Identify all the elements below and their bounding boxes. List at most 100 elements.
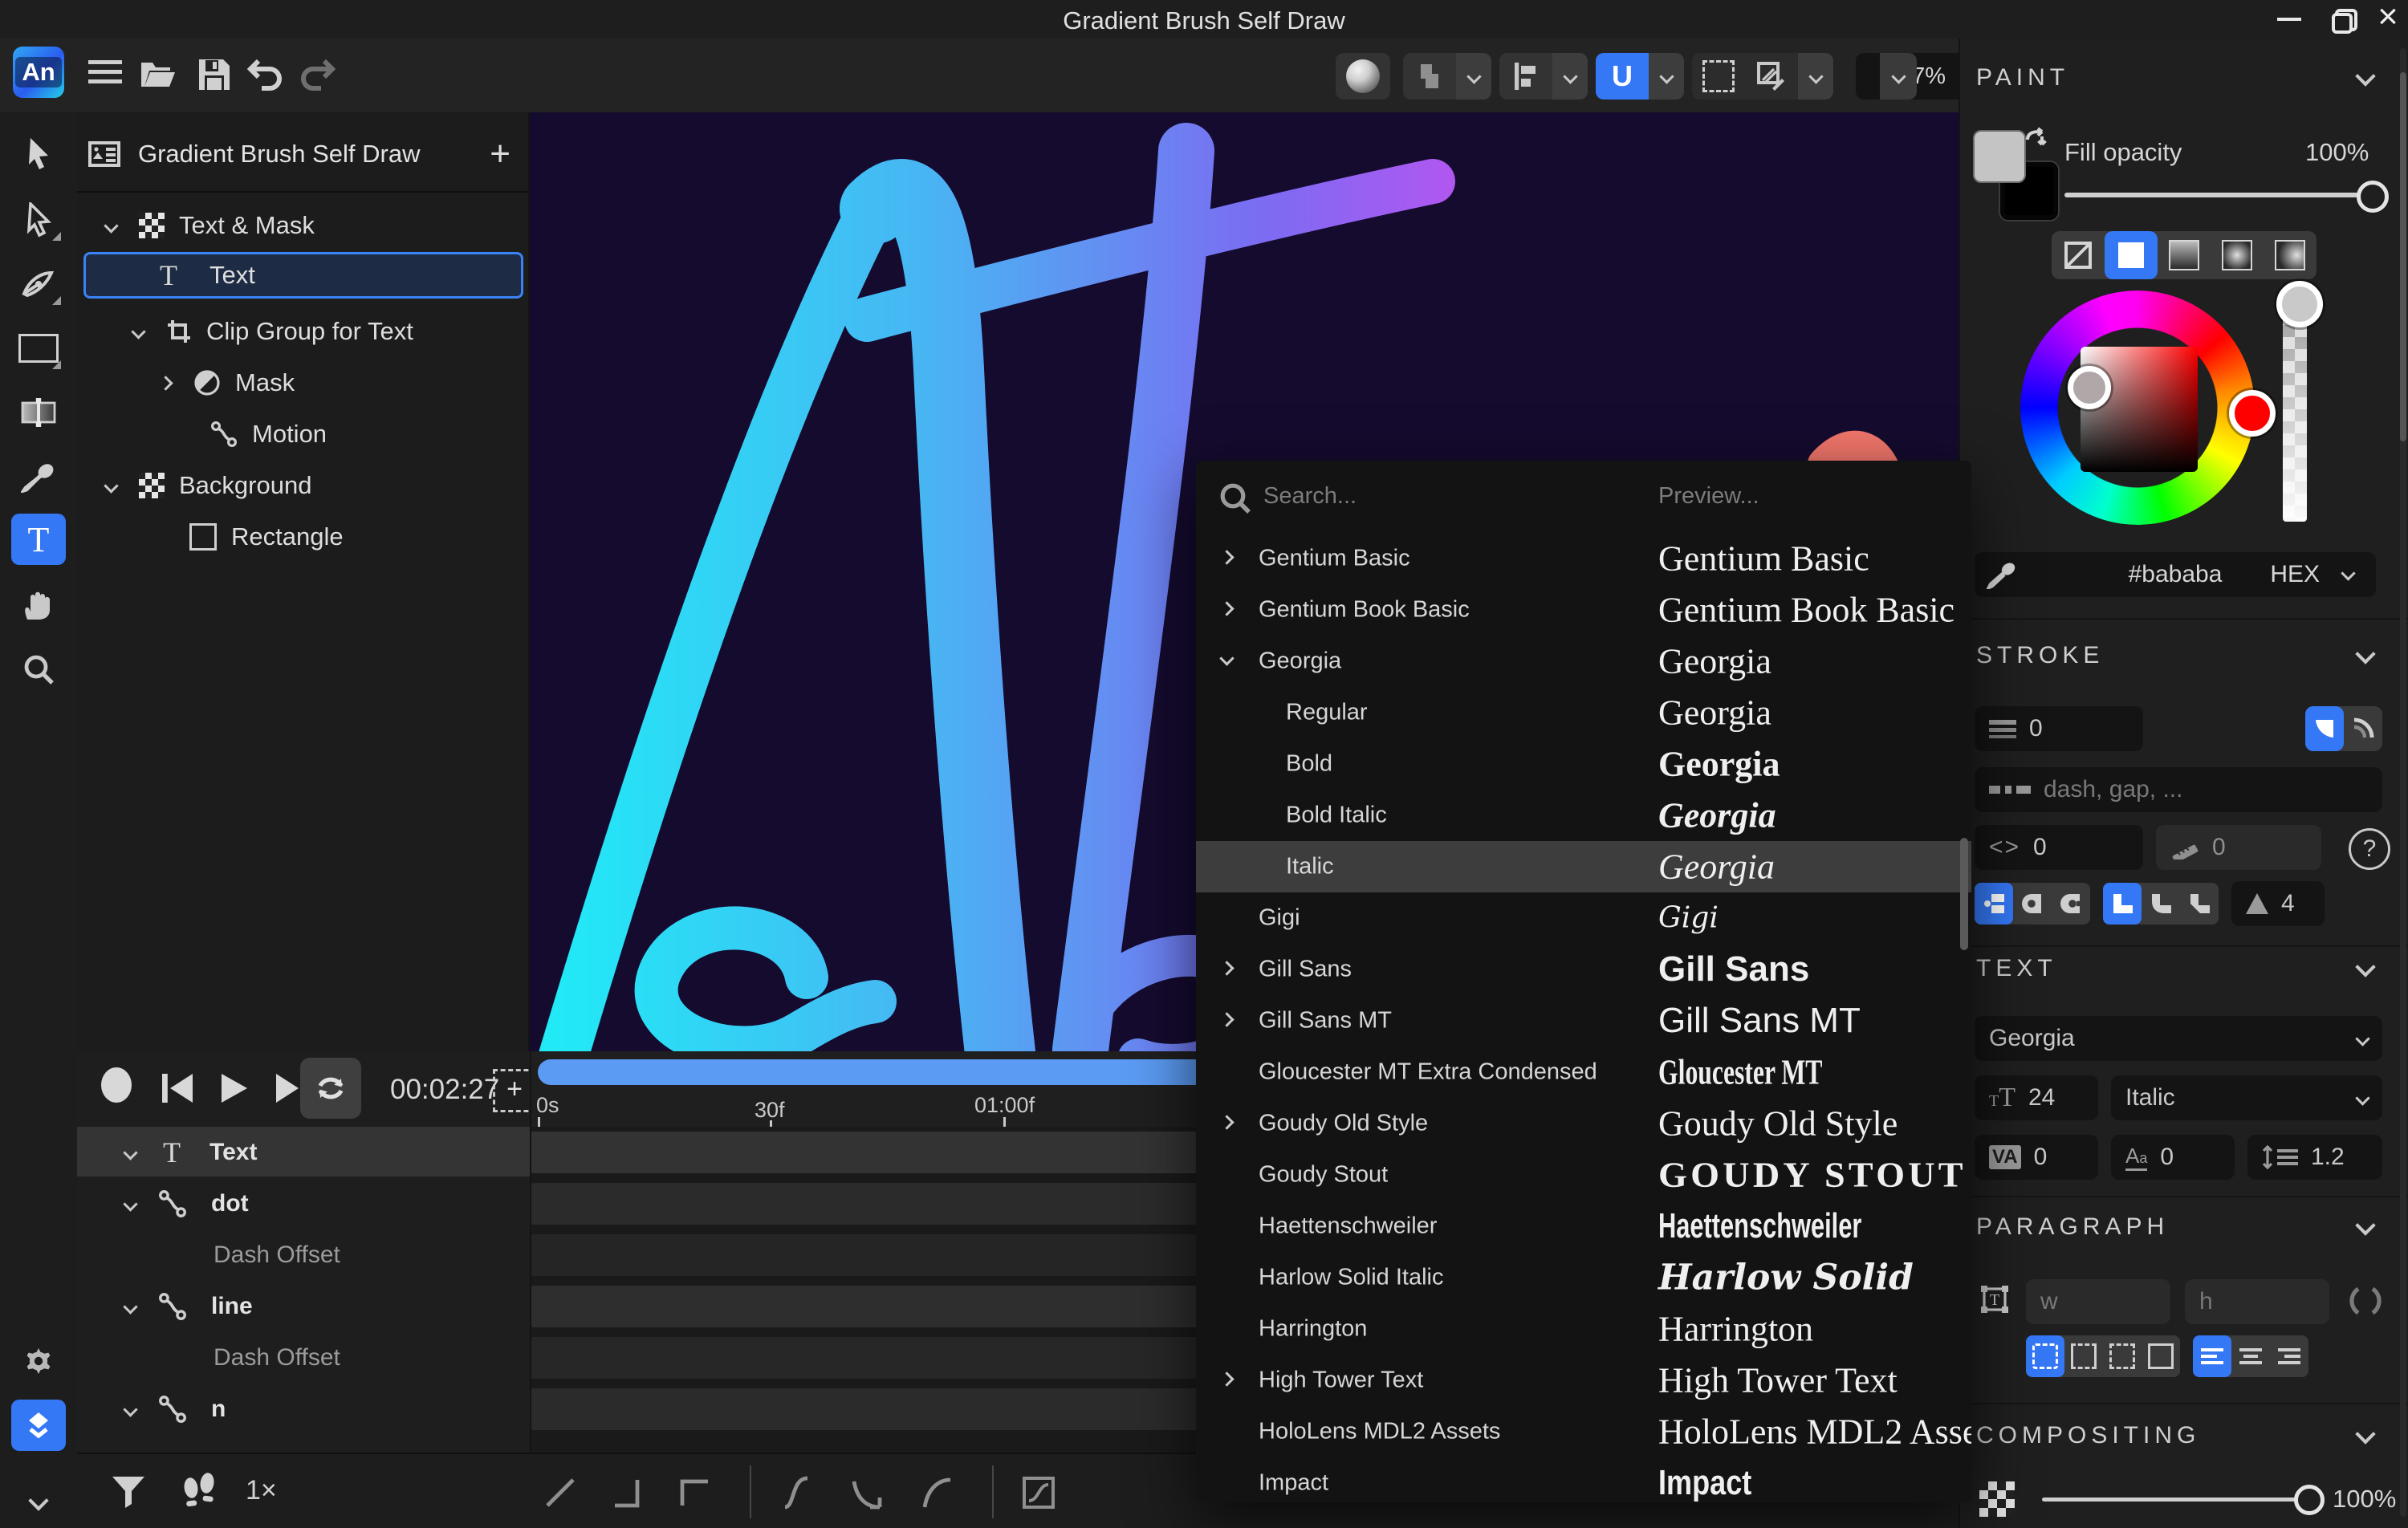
font-item-georgia-bold[interactable]: Bold Georgia: [1196, 738, 1971, 790]
undo-icon[interactable]: [246, 58, 284, 91]
font-item-georgia-regular[interactable]: Regular Georgia: [1196, 687, 1971, 738]
slider-knob[interactable]: [2357, 181, 2389, 213]
fill-opacity-slider[interactable]: [2064, 193, 2376, 197]
scrollbar-thumb[interactable]: [2400, 72, 2406, 441]
join-round-button[interactable]: [2142, 883, 2180, 925]
text-section-header[interactable]: TEXT: [1976, 955, 2057, 982]
chevron-down-icon[interactable]: [104, 218, 118, 233]
track-row-n[interactable]: n: [77, 1384, 530, 1435]
stroke-help-button[interactable]: ?: [2349, 828, 2390, 870]
app-logo[interactable]: An: [13, 47, 64, 98]
font-style-select[interactable]: Italic: [2111, 1075, 2382, 1120]
font-item-harlow-solid-italic[interactable]: Harlow Solid Italic Harlow Solid: [1196, 1252, 1971, 1303]
align-left-button[interactable]: [2193, 1335, 2231, 1377]
open-file-icon[interactable]: [138, 56, 178, 91]
paint-section-header[interactable]: PAINT: [1976, 64, 2069, 91]
font-item-gloucester[interactable]: Gloucester MT Extra Condensed Gloucester…: [1196, 1046, 1971, 1098]
stroke-scale-field[interactable]: 0: [2156, 825, 2321, 870]
stroke-outline-button[interactable]: [2344, 706, 2382, 751]
join-bevel-button[interactable]: [2180, 883, 2219, 925]
gradient-sphere-button[interactable]: [1336, 53, 1390, 100]
font-item-hololens-mdl2[interactable]: HoloLens MDL2 Assets HoloLens MDL2 Asset…: [1196, 1406, 1971, 1457]
save-icon[interactable]: [196, 56, 233, 93]
layer-opacity-slider[interactable]: [2042, 1498, 2320, 1502]
footsteps-icon[interactable]: [178, 1472, 220, 1512]
record-button[interactable]: [101, 1067, 138, 1109]
line-height-field[interactable]: 1.2: [2247, 1135, 2382, 1180]
fixed-height-button[interactable]: [2103, 1335, 2142, 1377]
font-item-impact[interactable]: Impact Impact: [1196, 1457, 1971, 1502]
paint-none-button[interactable]: [2052, 231, 2105, 279]
align-right-button[interactable]: [2270, 1335, 2308, 1377]
sv-handle[interactable]: [2068, 366, 2111, 409]
settings-button[interactable]: [11, 1335, 66, 1387]
font-item-georgia-italic[interactable]: Italic Georgia: [1196, 841, 1971, 892]
textbox-height-field[interactable]: h: [2185, 1279, 2329, 1324]
fixed-width-button[interactable]: [2064, 1335, 2103, 1377]
zoom-tool[interactable]: [11, 644, 66, 695]
pen-tool[interactable]: [11, 258, 66, 310]
hand-tool[interactable]: [11, 579, 66, 631]
stroke-section-header[interactable]: STROKE: [1976, 642, 2104, 669]
cap-round-button[interactable]: [2013, 883, 2052, 925]
font-item-high-tower-text[interactable]: High Tower Text High Tower Text: [1196, 1355, 1971, 1406]
compositing-section-header[interactable]: COMPOSITING: [1976, 1422, 2200, 1449]
loop-button[interactable]: [300, 1058, 361, 1119]
contour-button[interactable]: [1745, 53, 1798, 100]
layers-panel-button[interactable]: [11, 1400, 66, 1451]
stroke-fill-button[interactable]: [2305, 706, 2344, 751]
paint-linear-gradient-button[interactable]: [2158, 231, 2211, 279]
chevron-down-icon[interactable]: [104, 478, 118, 493]
close-button[interactable]: ×: [2368, 0, 2408, 35]
layer-row-clip-group[interactable]: Clip Group for Text: [77, 307, 530, 356]
chevron-right-icon[interactable]: [1219, 601, 1234, 616]
font-item-gill-sans-mt[interactable]: Gill Sans MT Gill Sans MT: [1196, 995, 1971, 1046]
font-item-gigi[interactable]: Gigi Gigi: [1196, 892, 1971, 944]
layer-row-background[interactable]: Background: [77, 461, 530, 510]
stroke-width-field[interactable]: 0: [1975, 706, 2143, 751]
eyedropper-tool[interactable]: [11, 451, 66, 502]
chevron-right-icon[interactable]: [1219, 550, 1234, 564]
fill-mode-button[interactable]: [1403, 53, 1456, 100]
track-row-dash-offset-2[interactable]: Dash Offset: [77, 1332, 530, 1384]
track-row-dash-offset-1[interactable]: Dash Offset: [77, 1229, 530, 1281]
layer-row-text[interactable]: T Text: [83, 252, 523, 299]
easing-hold-end-icon[interactable]: [610, 1475, 645, 1510]
layer-row-rectangle[interactable]: Rectangle: [77, 512, 530, 562]
font-item-gentium-basic[interactable]: Gentium Basic Gentium Basic: [1196, 533, 1971, 584]
font-item-georgia[interactable]: Georgia Georgia: [1196, 636, 1971, 687]
menu-scrollbar-thumb[interactable]: [1960, 838, 1968, 950]
font-family-select[interactable]: Georgia: [1975, 1016, 2382, 1061]
fill-mode-dropdown[interactable]: [1456, 53, 1491, 100]
selection-tool[interactable]: [11, 128, 66, 180]
chevron-down-icon[interactable]: [131, 324, 145, 339]
font-item-goudy-stout[interactable]: Goudy Stout GOUDY STOUT: [1196, 1149, 1971, 1201]
join-miter-button[interactable]: [2103, 883, 2142, 925]
easing-linear-icon[interactable]: [543, 1475, 578, 1510]
chevron-down-icon[interactable]: [123, 1197, 137, 1211]
redo-icon[interactable]: [299, 58, 337, 91]
chevron-down-icon[interactable]: [123, 1145, 137, 1160]
reset-size-icon[interactable]: [2349, 1284, 2382, 1318]
easing-custom-icon[interactable]: [1021, 1475, 1056, 1510]
track-row-line[interactable]: line: [77, 1281, 530, 1332]
miter-limit-field[interactable]: 4: [2231, 881, 2325, 926]
font-search-input[interactable]: Search...: [1263, 483, 1357, 510]
hamburger-menu-icon[interactable]: [88, 60, 122, 86]
dash-offset-field[interactable]: <> 0: [1975, 825, 2143, 870]
font-item-haettenschweiler[interactable]: Haettenschweiler Haettenschweiler: [1196, 1201, 1971, 1252]
paint-solid-button[interactable]: [2105, 231, 2158, 279]
snap-magnet-button[interactable]: U: [1596, 53, 1649, 100]
font-item-gentium-book-basic[interactable]: Gentium Book Basic Gentium Book Basic: [1196, 584, 1971, 636]
align-dropdown[interactable]: [1552, 53, 1588, 100]
fixed-size-button[interactable]: [2142, 1335, 2180, 1377]
easing-ease-in-icon[interactable]: [849, 1475, 885, 1510]
font-size-field[interactable]: TT 24: [1975, 1075, 2098, 1120]
cap-square-button[interactable]: [2052, 883, 2090, 925]
easing-hold-start-icon[interactable]: [677, 1475, 713, 1510]
paint-radial-gradient-button[interactable]: [2211, 231, 2264, 279]
chevron-down-icon[interactable]: [123, 1402, 137, 1416]
chevron-right-icon[interactable]: [1219, 1012, 1234, 1026]
hex-mode-label[interactable]: HEX: [2270, 561, 2320, 588]
cap-butt-button[interactable]: [1975, 883, 2013, 925]
